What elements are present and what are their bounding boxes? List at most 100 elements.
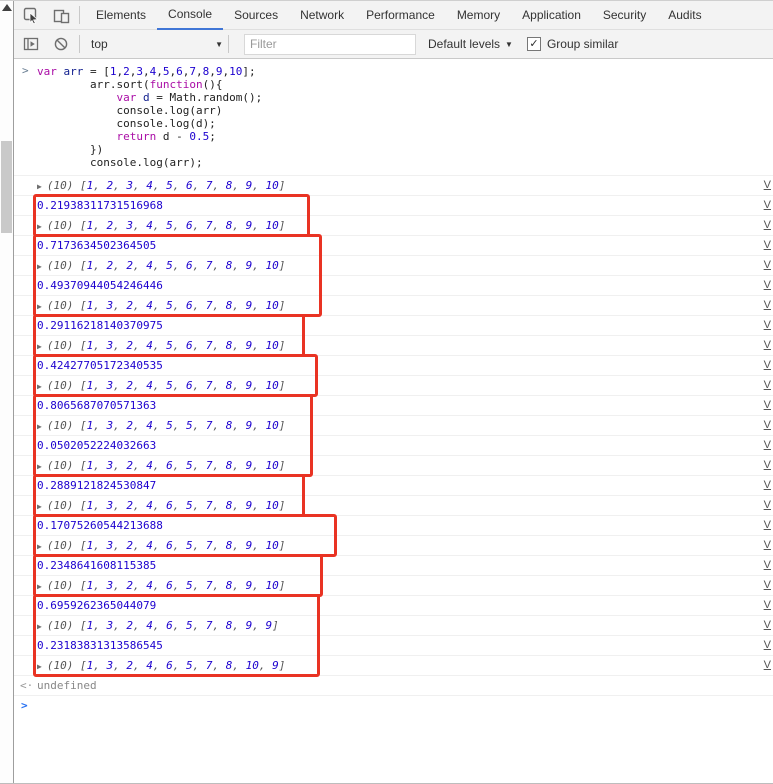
console-log-number: 0.29116218140370975 V [14,316,773,336]
source-link[interactable]: V [764,396,771,415]
console-log-array: ▶ (10) [1, 3, 2, 4, 5, 6, 7, 8, 9, 10] V [14,376,773,396]
console-log-array: ▶ (10) [1, 3, 2, 4, 6, 5, 7, 8, 9, 9] V [14,616,773,636]
console-toolbar: top ▼ Default levels ▼ ✓ Group similar [14,30,773,59]
expand-triangle-icon[interactable]: ▶ [37,297,42,316]
source-link[interactable]: V [764,336,771,355]
source-link[interactable]: V [764,556,771,575]
devtools-panel: Elements Console Sources Network Perform… [14,1,773,783]
source-link[interactable]: V [764,376,771,395]
tab-performance[interactable]: Performance [355,1,446,30]
clear-console-button[interactable] [48,32,74,56]
group-similar-checkbox[interactable]: ✓ [526,37,541,51]
expand-triangle-icon[interactable]: ▶ [37,537,42,556]
devtools-window: Elements Console Sources Network Perform… [0,0,773,784]
source-link[interactable]: V [764,616,771,635]
code-line: var arr = [1,2,3,4,5,6,7,8,9,10]; [37,65,256,78]
console-log-array: ▶ (10) [1, 2, 3, 4, 5, 6, 7, 8, 9, 10] V [14,176,773,196]
source-link[interactable]: V [764,216,771,235]
expand-triangle-icon[interactable]: ▶ [37,497,42,516]
source-link[interactable]: V [764,416,771,435]
source-link[interactable]: V [764,296,771,315]
console-messages: ▶ (10) [1, 2, 3, 4, 5, 6, 7, 8, 9, 10] V 0.… [14,176,773,677]
console-log-array: ▶ (10) [1, 2, 3, 4, 5, 6, 7, 8, 9, 10] V [14,216,773,236]
code-line: arr.sort(function(){ [37,78,223,91]
toolbar-separator [228,35,229,53]
filter-input[interactable] [244,33,416,55]
console-prompt-row[interactable]: > [14,696,773,716]
source-link[interactable]: V [764,316,771,335]
source-link[interactable]: V [764,476,771,495]
tab-security[interactable]: Security [592,1,657,30]
devtools-tabbar: Elements Console Sources Network Perform… [14,1,773,30]
console-input-code: var arr = [1,2,3,4,5,6,7,8,9,10]; arr.so… [37,65,773,169]
page-scrollbar[interactable] [0,1,14,783]
toolbar-separator [79,35,80,53]
log-levels-dropdown[interactable]: Default levels ▼ [428,37,513,51]
group-similar-label: Group similar [546,37,619,51]
context-selected-label: top [91,37,108,51]
source-link[interactable]: V [764,456,771,475]
inspect-element-button[interactable] [18,3,44,27]
source-link[interactable]: V [764,176,771,195]
console-messages-pane: > var arr = [1,2,3,4,5,6,7,8,9,10]; arr.… [14,59,773,783]
source-link[interactable]: V [764,656,771,675]
expand-triangle-icon[interactable]: ▶ [37,377,42,396]
source-link[interactable]: V [764,196,771,215]
scroll-up-arrow-icon[interactable] [2,4,12,11]
source-link[interactable]: V [764,576,771,595]
tab-network[interactable]: Network [289,1,355,30]
console-result-row: <· undefined [14,676,773,696]
toggle-device-toolbar-button[interactable] [48,3,74,27]
tab-application[interactable]: Application [511,1,592,30]
expand-triangle-icon[interactable]: ▶ [37,217,42,236]
code-line: return d - 0.5; [116,130,216,143]
expand-triangle-icon[interactable]: ▶ [37,457,42,476]
expand-triangle-icon[interactable]: ▶ [37,257,42,276]
toolbar-separator [79,6,80,24]
source-link[interactable]: V [764,536,771,555]
console-log-number: 0.49370944054246446 V [14,276,773,296]
source-link[interactable]: V [764,516,771,535]
console-log-array: ▶ (10) [1, 3, 2, 4, 6, 5, 7, 8, 9, 10] V [14,456,773,476]
console-log-number: 0.7173634502364505 V [14,236,773,256]
source-link[interactable]: V [764,496,771,515]
chevron-down-icon: ▼ [505,39,513,49]
group-similar-toggle[interactable]: ✓ Group similar [526,37,619,51]
source-link[interactable]: V [764,436,771,455]
source-link[interactable]: V [764,356,771,375]
console-log-array: ▶ (10) [1, 3, 2, 4, 6, 5, 7, 8, 10, 9] V [14,656,773,676]
inspect-cursor-icon [23,7,38,24]
tab-memory[interactable]: Memory [446,1,511,30]
expand-triangle-icon[interactable]: ▶ [37,577,42,596]
source-link[interactable]: V [764,236,771,255]
tab-sources[interactable]: Sources [223,1,289,30]
source-link[interactable]: V [764,636,771,655]
code-line: console.log(arr) [37,104,223,117]
expand-triangle-icon[interactable]: ▶ [37,337,42,356]
device-toolbar-icon [53,9,69,23]
show-console-sidebar-button[interactable] [18,32,44,56]
console-log-array: ▶ (10) [1, 3, 2, 4, 5, 6, 7, 8, 9, 10] V [14,336,773,356]
source-link[interactable]: V [764,256,771,275]
context-selector[interactable]: top ▼ [91,37,223,51]
console-log-number: 0.6959262365044079 V [14,596,773,616]
console-log-array: ▶ (10) [1, 3, 2, 4, 5, 5, 7, 8, 9, 10] V [14,416,773,436]
console-log-array: ▶ (10) [1, 3, 2, 4, 6, 5, 7, 8, 9, 10] V [14,496,773,516]
expand-triangle-icon[interactable]: ▶ [37,617,42,636]
tab-audits[interactable]: Audits [657,1,712,30]
console-log-array: ▶ (10) [1, 3, 2, 4, 5, 6, 7, 8, 9, 10] V [14,296,773,316]
tab-elements[interactable]: Elements [85,1,157,30]
console-log-number: 0.23183831313586545 V [14,636,773,656]
tab-console[interactable]: Console [157,1,224,30]
result-value: undefined [37,679,97,692]
input-chevron-icon: > [22,64,29,77]
prompt-chevron-icon: > [21,699,28,712]
source-link[interactable]: V [764,596,771,615]
code-line: console.log(d); [37,117,216,130]
scrollbar-thumb[interactable] [1,141,12,233]
result-arrow-icon: <· [20,679,34,692]
expand-triangle-icon[interactable]: ▶ [37,417,42,436]
expand-triangle-icon[interactable]: ▶ [37,177,42,196]
expand-triangle-icon[interactable]: ▶ [37,657,42,676]
source-link[interactable]: V [764,276,771,295]
